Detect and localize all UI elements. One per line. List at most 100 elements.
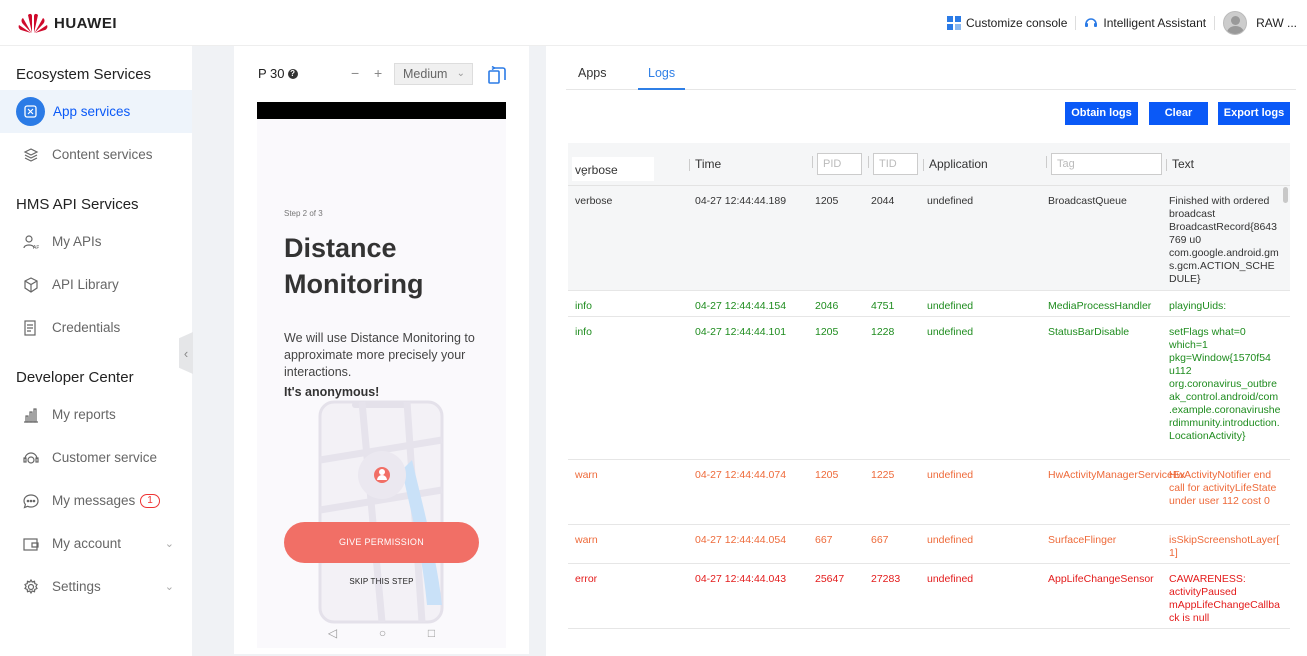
pid-filter-input[interactable]: PID: [812, 153, 862, 175]
table-row[interactable]: warn 04-27 12:44:44.074 1205 1225 undefi…: [568, 460, 1290, 525]
table-row[interactable]: info 04-27 12:44:44.101 1205 1228 undefi…: [568, 317, 1290, 460]
table-row[interactable]: warn 04-27 12:44:44.054 667 667 undefine…: [568, 525, 1290, 564]
huawei-logo[interactable]: HUAWEI: [18, 12, 117, 34]
section-ecosystem-services: Ecosystem Services: [16, 66, 152, 83]
screen-size-select[interactable]: Medium ⌄: [394, 63, 473, 85]
row-pid: 1205: [815, 469, 839, 481]
screen-description: We will use Distance Monitoring to appro…: [284, 331, 475, 379]
message-icon: [22, 492, 40, 510]
export-logs-button[interactable]: Export logs: [1218, 102, 1290, 125]
headset-icon: [1085, 18, 1098, 27]
row-tid: 2044: [871, 195, 895, 207]
row-level: info: [575, 326, 592, 338]
table-row[interactable]: error 04-27 12:44:44.043 25647 27283 und…: [568, 564, 1290, 629]
nav-back-icon[interactable]: ◁: [328, 626, 337, 640]
step-indicator: Step 2 of 3: [284, 209, 323, 218]
row-level: warn: [575, 534, 598, 546]
scrollbar-thumb[interactable]: [1283, 187, 1288, 203]
top-bar: HUAWEI Customize console Intelligent Ass…: [0, 0, 1307, 46]
user-menu[interactable]: RAW ...: [1215, 11, 1307, 35]
gear-icon: [22, 578, 40, 596]
sidebar-item-my-messages[interactable]: My messages 1: [0, 479, 192, 522]
row-pid: 667: [815, 534, 833, 546]
row-pid: 1205: [815, 195, 839, 207]
sidebar-item-label: Credentials: [52, 320, 121, 335]
cube-icon: [22, 276, 40, 294]
credentials-icon: [22, 319, 40, 337]
device-name: P 30 ?: [258, 66, 298, 81]
unread-badge: 1: [140, 493, 160, 508]
intelligent-assistant-link[interactable]: Intelligent Assistant: [1076, 16, 1214, 30]
sidebar-item-app-services[interactable]: App services: [0, 90, 192, 133]
row-level: verbose: [575, 195, 613, 207]
device-screen[interactable]: Step 2 of 3 Distance Monitoring We will …: [257, 102, 506, 648]
logs-panel: Apps Logs Obtain logs Clear Export logs …: [546, 46, 1307, 656]
row-time: 04-27 12:44:44.189: [695, 195, 787, 207]
log-level-select[interactable]: ⌄ verbose: [572, 157, 654, 181]
row-time: 04-27 12:44:44.154: [695, 300, 787, 312]
sidebar-item-credentials[interactable]: Credentials: [0, 306, 192, 349]
table-row[interactable]: info 04-27 12:44:44.154 2046 4751 undefi…: [568, 291, 1290, 317]
column-text: Text: [1165, 157, 1195, 171]
row-tid: 667: [871, 534, 889, 546]
row-application: undefined: [927, 534, 974, 546]
section-developer-center: Developer Center: [16, 369, 134, 386]
skip-step-button[interactable]: SKIP THIS STEP: [257, 577, 506, 586]
sidebar-item-my-reports[interactable]: My reports: [0, 393, 192, 436]
row-tag: SurfaceFlinger: [1048, 534, 1117, 546]
chevron-down-icon: ⌄: [164, 538, 174, 550]
log-table-header: ⌄ verbose Time PID TID Application Tag T…: [568, 143, 1290, 186]
phone-map-illustration: [318, 400, 444, 624]
zoom-out-button[interactable]: −: [351, 65, 359, 81]
rotate-icon[interactable]: [488, 66, 506, 84]
bar-chart-icon: [22, 406, 40, 424]
log-table: ⌄ verbose Time PID TID Application Tag T…: [568, 143, 1290, 629]
sidebar-item-content-services[interactable]: Content services: [0, 133, 192, 176]
row-text: setFlags what=0 which=1 pkg=Window{1570f…: [1169, 326, 1281, 442]
chevron-down-icon: ⌄: [456, 68, 465, 79]
chevron-left-icon: ‹: [183, 345, 189, 361]
table-row[interactable]: verbose 04-27 12:44:44.189 1205 2044 und…: [568, 186, 1290, 291]
customize-console-label: Customize console: [965, 16, 1068, 30]
user-name: RAW ...: [1256, 16, 1297, 30]
give-permission-button[interactable]: GIVE PERMISSION: [284, 522, 479, 563]
row-tag: AppLifeChangeSensor: [1048, 573, 1154, 585]
sidebar: Ecosystem Services App services Content …: [0, 46, 192, 656]
sidebar-item-my-account[interactable]: My account ⌄: [0, 522, 192, 565]
screen-title: Distance Monitoring: [284, 233, 424, 299]
row-pid: 1205: [815, 326, 839, 338]
nav-recents-icon[interactable]: □: [428, 626, 435, 640]
row-level: warn: [575, 469, 598, 481]
clear-button[interactable]: Clear: [1149, 102, 1208, 125]
nav-home-icon[interactable]: ○: [379, 626, 386, 640]
sidebar-item-settings[interactable]: Settings ⌄: [0, 565, 192, 608]
tab-bar: Apps Logs: [566, 60, 1296, 90]
sidebar-item-label: App services: [53, 104, 131, 119]
row-application: undefined: [927, 469, 974, 481]
sidebar-item-api-library[interactable]: API Library: [0, 263, 192, 306]
row-level: error: [575, 573, 598, 585]
sidebar-collapse-handle[interactable]: ‹: [179, 332, 193, 374]
row-pid: 25647: [815, 573, 845, 585]
help-icon[interactable]: ?: [287, 68, 298, 79]
obtain-logs-button[interactable]: Obtain logs: [1065, 102, 1138, 125]
layers-icon: [22, 146, 40, 164]
column-time: Time: [688, 157, 722, 171]
sidebar-item-my-apis[interactable]: API My APIs: [0, 220, 192, 263]
row-level: info: [575, 300, 592, 312]
tag-filter-input[interactable]: Tag: [1046, 153, 1162, 175]
device-toolbar: P 30 ? − + Medium ⌄: [234, 62, 529, 86]
zoom-in-button[interactable]: +: [374, 65, 382, 81]
tab-logs[interactable]: Logs: [638, 66, 686, 90]
device-name-label: P 30: [258, 66, 285, 81]
sidebar-item-label: Settings: [52, 579, 101, 594]
tid-filter-input[interactable]: TID: [868, 153, 918, 175]
app-services-icon: [16, 97, 45, 126]
tab-apps[interactable]: Apps: [578, 66, 607, 90]
row-application: undefined: [927, 300, 974, 312]
row-application: undefined: [927, 195, 974, 207]
customize-console-link[interactable]: Customize console: [939, 16, 1075, 30]
sidebar-item-customer-service[interactable]: Customer service: [0, 436, 192, 479]
row-text: CAWARENESS: activityPaused mAppLifeChang…: [1169, 573, 1280, 624]
sidebar-item-label: My messages: [52, 493, 136, 508]
